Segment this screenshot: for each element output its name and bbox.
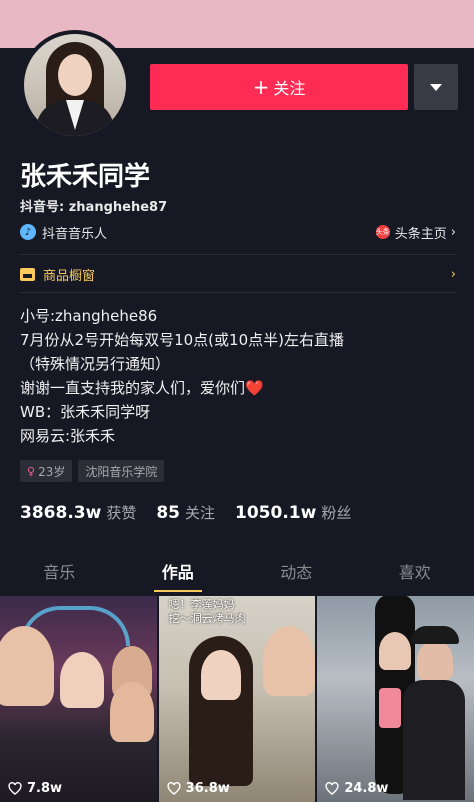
- follow-label: 关注: [273, 79, 306, 98]
- video-person: [379, 688, 402, 728]
- age-label: 23岁: [38, 464, 66, 479]
- video-likes-count: 24.8w: [344, 781, 389, 796]
- profile-tabs: 音乐 作品 动态 喜欢: [0, 558, 474, 592]
- video-person: [403, 680, 466, 800]
- more-options-button[interactable]: [414, 64, 458, 110]
- likes-stat[interactable]: 3868.3w 获赞: [20, 502, 136, 523]
- toutiao-label: 头条主页: [394, 226, 447, 242]
- toutiao-link[interactable]: 头条 头条主页 ›: [375, 223, 456, 242]
- profile-tags: ♀ 23岁 沈阳音乐学院: [20, 460, 170, 482]
- video-person: [411, 626, 460, 644]
- heart-icon: [167, 782, 181, 795]
- toutiao-icon: 头条: [375, 225, 390, 239]
- video-person: [0, 626, 54, 706]
- chevron-right-icon: ›: [450, 266, 456, 282]
- shop-window-row[interactable]: 商品橱窗 ›: [20, 264, 456, 284]
- chevron-down-icon: [430, 83, 442, 91]
- bio-line: 小号:zhanghehe86: [20, 307, 158, 325]
- school-tag[interactable]: 沈阳音乐学院: [78, 460, 165, 482]
- video-likes-count: 36.8w: [185, 781, 230, 796]
- profile-name: 张禾禾同学: [20, 162, 151, 192]
- profile-stats: 3868.3w 获赞 85 关注 1050.1w 粉丝: [20, 502, 371, 523]
- chevron-right-icon: ›: [450, 224, 456, 240]
- video-person: [379, 632, 412, 670]
- divider: [20, 254, 456, 255]
- bio: 小号:zhanghehe86 7月份从2号开始每双号10点(或10点半)左右直播…: [20, 304, 460, 448]
- avatar[interactable]: [20, 30, 130, 140]
- school-label: 沈阳音乐学院: [85, 464, 158, 479]
- shop-window-label: 商品橱窗: [43, 268, 96, 284]
- bio-line: 谢谢一直支持我的家人们，爱你们❤️: [20, 376, 460, 400]
- video-caption: 嗯！李莲妈妈 挖～洞云烤马肉: [168, 598, 246, 625]
- video-person: [262, 626, 315, 696]
- video-person: [200, 650, 241, 700]
- video-person: [417, 640, 454, 680]
- video-tile[interactable]: 7.8w: [0, 596, 157, 802]
- plus-icon: +: [252, 75, 270, 99]
- video-likes: 7.8w: [8, 781, 62, 796]
- age-tag: ♀ 23岁: [20, 460, 73, 482]
- likes-count: 3868.3w: [20, 503, 102, 523]
- likes-label: 获赞: [106, 504, 137, 522]
- video-likes: 36.8w: [167, 781, 230, 796]
- bio-line: 网易云:张禾禾: [20, 427, 116, 445]
- badge-row: ♪ 抖音音乐人 头条 头条主页 ›: [20, 222, 456, 242]
- tab-likes[interactable]: 喜欢: [356, 558, 474, 592]
- video-tile[interactable]: 嗯！李莲妈妈 挖～洞云烤马肉 36.8w: [158, 596, 316, 802]
- avatar-image: [24, 34, 126, 136]
- followers-label: 粉丝: [321, 504, 352, 522]
- douyin-id: 抖音号: zhanghehe87: [20, 200, 168, 215]
- musician-badge[interactable]: ♪ 抖音音乐人: [20, 223, 107, 242]
- video-person: [110, 682, 154, 742]
- divider: [20, 292, 456, 293]
- followers-stat[interactable]: 1050.1w 粉丝: [235, 502, 351, 523]
- shop-icon: [20, 267, 35, 281]
- following-count: 85: [156, 503, 180, 523]
- bio-line: WB：张禾禾同学呀: [20, 403, 151, 421]
- tab-music[interactable]: 音乐: [0, 558, 119, 592]
- bio-line: 7月份从2号开始每双号10点(或10点半)左右直播: [20, 331, 344, 349]
- heart-icon: [325, 782, 339, 795]
- music-badge-icon: ♪: [20, 224, 36, 240]
- tab-works[interactable]: 作品: [119, 558, 238, 592]
- bio-line: （特殊情况另行通知）: [20, 355, 171, 373]
- video-grid: 7.8w 嗯！李莲妈妈 挖～洞云烤马肉 36.8w 24.8w: [0, 596, 474, 802]
- video-likes-count: 7.8w: [27, 781, 63, 796]
- female-icon: ♀: [27, 464, 36, 478]
- video-tile[interactable]: 24.8w: [317, 596, 474, 802]
- following-stat[interactable]: 85 关注: [156, 502, 215, 523]
- following-label: 关注: [185, 504, 216, 522]
- heart-icon: [8, 782, 22, 795]
- musician-badge-label: 抖音音乐人: [42, 226, 108, 242]
- followers-count: 1050.1w: [235, 503, 317, 523]
- tab-moments[interactable]: 动态: [237, 558, 356, 592]
- follow-button[interactable]: + 关注: [150, 64, 408, 110]
- bio-line-text: 谢谢一直支持我的家人们，爱你们: [20, 379, 246, 397]
- heart-emoji: ❤️: [245, 379, 264, 397]
- video-likes: 24.8w: [325, 781, 388, 796]
- video-person: [60, 652, 104, 708]
